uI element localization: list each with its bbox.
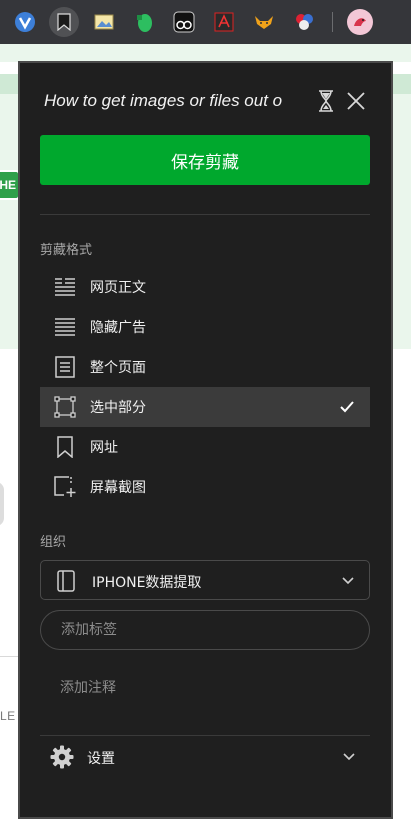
checkmark-icon (338, 398, 356, 416)
avatar-icon[interactable] (345, 7, 375, 37)
divider (40, 214, 370, 215)
format-label: 选中部分 (90, 400, 146, 416)
format-option-article[interactable]: 网页正文 (40, 267, 370, 307)
selection-icon (53, 395, 77, 419)
notebook-selector[interactable]: IPHONE数据提取 (40, 560, 370, 600)
simplified-article-icon (53, 315, 77, 339)
full-page-icon (53, 355, 77, 379)
page-partial-text: LE (0, 709, 16, 723)
v-extension-icon[interactable] (10, 7, 40, 37)
tag-input[interactable] (40, 610, 370, 650)
settings-label: 设置 (87, 751, 115, 767)
tampermonkey-icon[interactable] (169, 7, 199, 37)
page-partial-shape (0, 482, 4, 526)
evernote-clipper-icon[interactable] (49, 7, 79, 37)
format-option-selection[interactable]: 选中部分 (40, 387, 370, 427)
save-clip-button[interactable]: 保存剪藏 (40, 135, 370, 185)
notebook-icon (57, 570, 75, 592)
format-option-bookmark[interactable]: 网址 (40, 427, 370, 467)
article-icon (53, 275, 77, 299)
page-partial-button[interactable]: HE (0, 170, 20, 200)
format-label: 网址 (90, 440, 118, 456)
fox-icon[interactable] (249, 7, 279, 37)
format-label: 隐藏广告 (90, 320, 146, 336)
chevron-down-icon (341, 574, 355, 588)
pdf-icon[interactable] (209, 7, 239, 37)
evernote-icon[interactable] (129, 7, 159, 37)
format-option-screenshot[interactable]: 屏幕截图 (40, 467, 370, 507)
gear-icon (50, 745, 74, 769)
image-extension-icon[interactable] (89, 7, 119, 37)
chevron-down-icon (342, 750, 356, 764)
note-input[interactable] (40, 671, 370, 705)
format-option-simplified[interactable]: 隐藏广告 (40, 307, 370, 347)
page-top-strip (0, 44, 411, 62)
notebook-name: IPHONE数据提取 (92, 575, 202, 591)
toolbar-separator (332, 12, 333, 32)
hourglass-icon (317, 90, 335, 112)
screenshot-icon (53, 475, 77, 499)
format-label: 整个页面 (90, 360, 146, 376)
close-icon[interactable] (345, 90, 367, 112)
organize-label: 组织 (40, 535, 67, 550)
format-label: 屏幕截图 (90, 480, 146, 496)
clip-format-label: 剪藏格式 (40, 243, 93, 258)
divider (40, 735, 370, 736)
format-label: 网页正文 (90, 280, 146, 296)
clip-format-list: 网页正文 隐藏广告 整个页面 选中部分 网址 屏幕截图 (40, 267, 370, 507)
browser-toolbar (0, 0, 411, 44)
format-option-full-page[interactable]: 整个页面 (40, 347, 370, 387)
settings-row[interactable]: 设置 (40, 737, 370, 777)
bookmark-icon (53, 435, 77, 459)
balls-icon[interactable] (289, 7, 319, 37)
page-title[interactable]: How to get images or files out o (44, 91, 300, 111)
web-clipper-panel: How to get images or files out o 保存剪藏 剪藏… (18, 61, 393, 819)
